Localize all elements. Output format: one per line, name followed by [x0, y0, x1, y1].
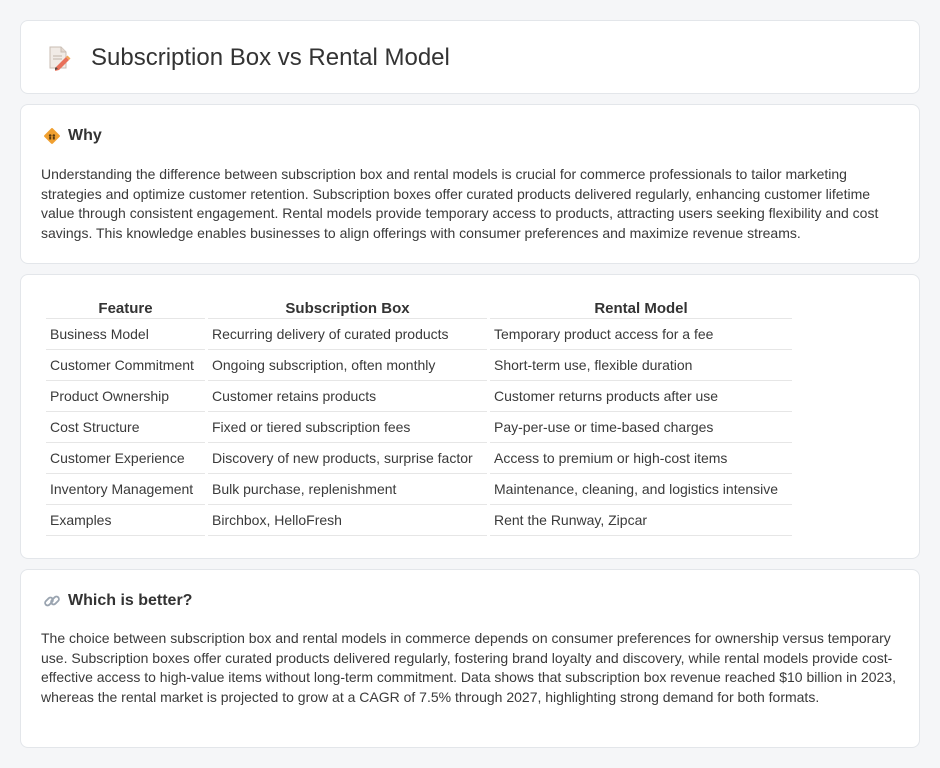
table-cell-rental-model: Maintenance, cleaning, and logistics int…: [490, 474, 792, 505]
table-cell-subscription-box: Customer retains products: [208, 381, 487, 412]
table-cell-rental-model: Temporary product access for a fee: [490, 319, 792, 350]
comparison-table-card: Feature Subscription Box Rental Model Bu…: [20, 274, 920, 559]
table-cell-feature: Business Model: [46, 319, 205, 350]
page-title: Subscription Box vs Rental Model: [91, 44, 450, 71]
which-is-better-section: Which is better? The choice between subs…: [20, 569, 920, 748]
table-cell-rental-model: Pay-per-use or time-based charges: [490, 412, 792, 443]
table-row: Product Ownership Customer retains produ…: [46, 381, 792, 412]
table-row: Inventory Management Bulk purchase, repl…: [46, 474, 792, 505]
table-cell-feature: Customer Commitment: [46, 350, 205, 381]
which-is-better-heading: Which is better?: [43, 592, 192, 610]
comparison-table: Feature Subscription Box Rental Model Bu…: [43, 296, 795, 536]
column-header-subscription-box: Subscription Box: [208, 296, 487, 319]
which-is-better-paragraph: The choice between subscription box and …: [41, 630, 896, 705]
link-icon: [43, 592, 61, 610]
table-cell-subscription-box: Recurring delivery of curated products: [208, 319, 487, 350]
table-cell-feature: Product Ownership: [46, 381, 205, 412]
why-section: Why Understanding the difference between…: [20, 104, 920, 264]
table-cell-rental-model: Access to premium or high-cost items: [490, 443, 792, 474]
table-cell-rental-model: Short-term use, flexible duration: [490, 350, 792, 381]
why-heading: Why: [43, 127, 102, 145]
why-paragraph: Understanding the difference between sub…: [41, 166, 879, 241]
table-header-row: Feature Subscription Box Rental Model: [46, 296, 792, 319]
table-row: Customer Commitment Ongoing subscription…: [46, 350, 792, 381]
document-pencil-icon: [47, 44, 71, 72]
table-cell-subscription-box: Bulk purchase, replenishment: [208, 474, 487, 505]
table-cell-feature: Cost Structure: [46, 412, 205, 443]
table-cell-rental-model: Rent the Runway, Zipcar: [490, 505, 792, 536]
table-cell-feature: Customer Experience: [46, 443, 205, 474]
diamond-icon: [43, 127, 61, 145]
why-title: Why: [68, 127, 102, 144]
table-row: Examples Birchbox, HelloFresh Rent the R…: [46, 505, 792, 536]
table-cell-feature: Inventory Management: [46, 474, 205, 505]
table-row: Cost Structure Fixed or tiered subscript…: [46, 412, 792, 443]
title-card: Subscription Box vs Rental Model: [20, 20, 920, 94]
column-header-rental-model: Rental Model: [490, 296, 792, 319]
column-header-feature: Feature: [46, 296, 205, 319]
table-cell-subscription-box: Fixed or tiered subscription fees: [208, 412, 487, 443]
table-cell-subscription-box: Ongoing subscription, often monthly: [208, 350, 487, 381]
title-row: Subscription Box vs Rental Model: [47, 43, 450, 73]
table-cell-feature: Examples: [46, 505, 205, 536]
table-row: Business Model Recurring delivery of cur…: [46, 319, 792, 350]
table-cell-rental-model: Customer returns products after use: [490, 381, 792, 412]
table-cell-subscription-box: Birchbox, HelloFresh: [208, 505, 487, 536]
table-cell-subscription-box: Discovery of new products, surprise fact…: [208, 443, 487, 474]
table-row: Customer Experience Discovery of new pro…: [46, 443, 792, 474]
which-is-better-title: Which is better?: [68, 592, 193, 609]
